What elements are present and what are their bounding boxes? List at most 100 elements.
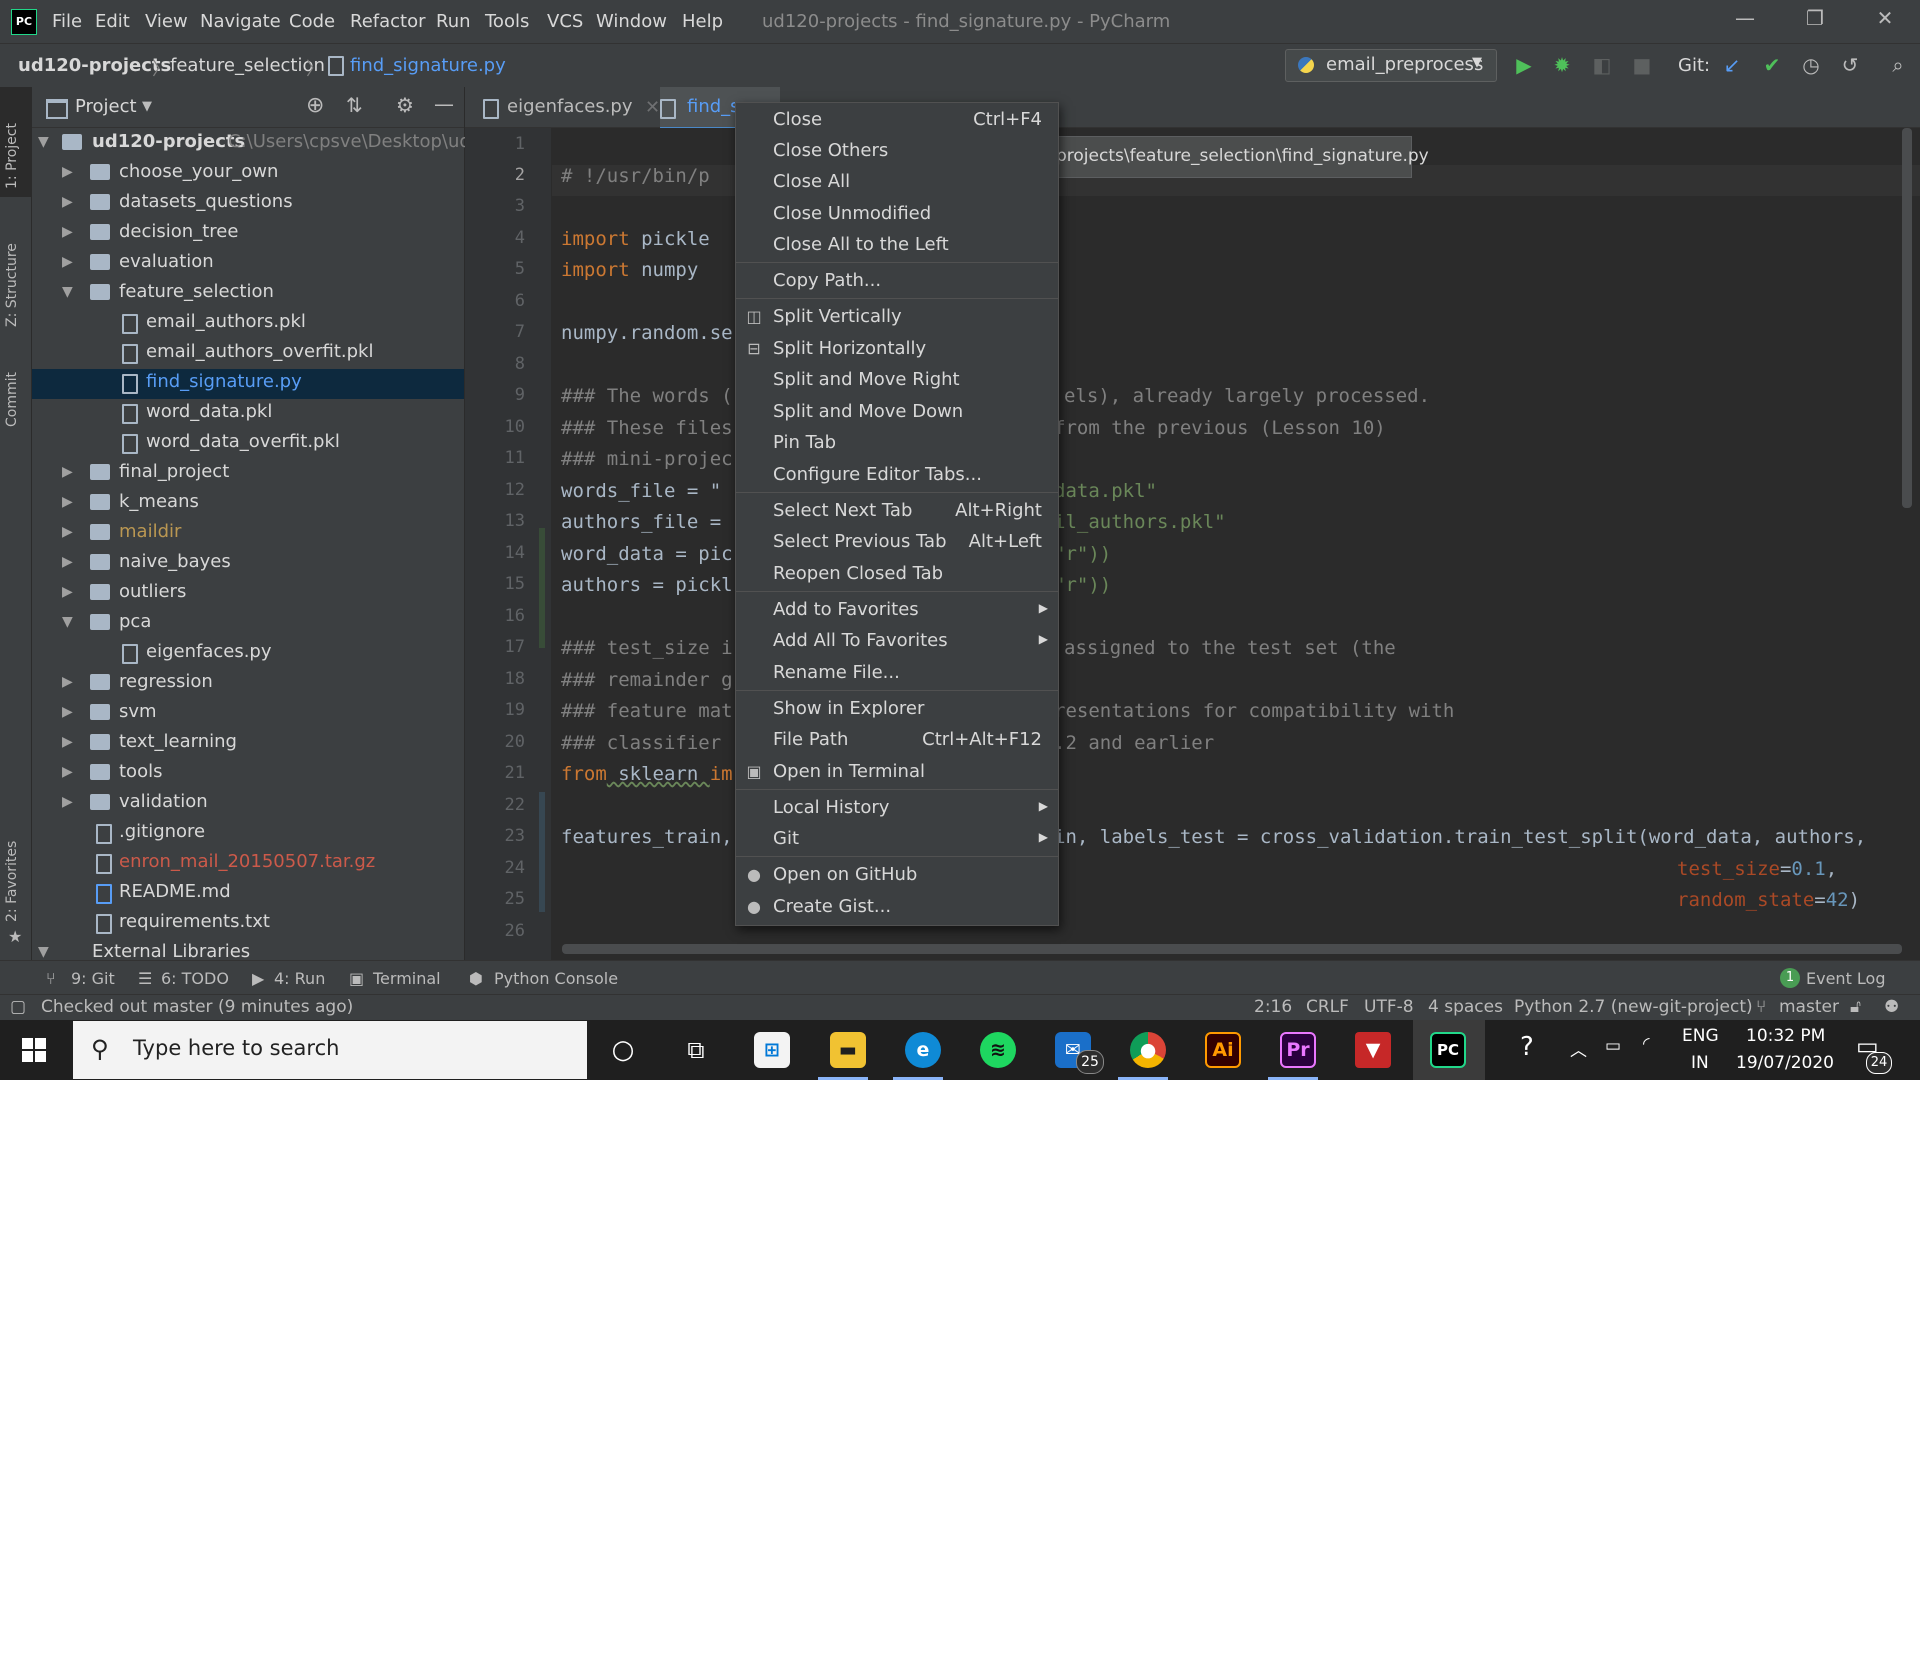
menu-item-create-gist[interactable]: ● Create Gist... [736, 892, 1058, 922]
tree-item[interactable]: requirements.txt [32, 909, 464, 939]
menu-item-split-horizontally[interactable]: ⊟ Split Horizontally [736, 334, 1058, 364]
coverage-icon[interactable]: ◧ [1590, 53, 1614, 77]
hide-panel-icon[interactable]: — [434, 92, 454, 116]
tree-item[interactable]: word_data_overfit.pkl [32, 429, 464, 459]
menu-item-rename-file[interactable]: Rename File... [736, 658, 1058, 688]
menu-tools[interactable]: Tools [485, 11, 529, 32]
tree-item-selected[interactable]: find_signature.py [32, 369, 464, 399]
menu-item-file-path[interactable]: File Path Ctrl+Alt+F12 [736, 725, 1058, 755]
tool-git[interactable]: 9: Git [71, 969, 115, 988]
tree-item[interactable]: ▶ svm [32, 699, 464, 729]
spotify-icon[interactable]: ≋ [980, 1032, 1016, 1068]
menu-item-local-history[interactable]: Local History ▶ [736, 793, 1058, 823]
menu-item-close[interactable]: Close Ctrl+F4 [736, 105, 1058, 135]
python-interpreter[interactable]: Python 2.7 (new-git-project) [1514, 997, 1753, 1017]
menu-run[interactable]: Run [436, 11, 471, 32]
run-icon[interactable]: ▶ [1512, 53, 1536, 77]
tree-item[interactable]: ▶ naive_bayes [32, 549, 464, 579]
git-branch[interactable]: master [1779, 997, 1839, 1017]
menu-item-select-next-tab[interactable]: Select Next Tab Alt+Right [736, 496, 1058, 526]
git-update-icon[interactable]: ↙ [1720, 53, 1744, 77]
tool-run[interactable]: 4: Run [274, 969, 325, 988]
tool-event-log[interactable]: Event Log [1806, 969, 1886, 988]
language-code[interactable]: ENG [1682, 1026, 1719, 1046]
tool-python-console[interactable]: Python Console [494, 969, 618, 988]
chevron-up-icon[interactable]: ︿ [1570, 1036, 1587, 1061]
menu-window[interactable]: Window [596, 11, 667, 32]
search-icon[interactable]: ⌕ [1886, 53, 1910, 77]
wifi-icon[interactable]: ◜ [1643, 1034, 1650, 1054]
menu-item-open-in-terminal[interactable]: ▣ Open in Terminal [736, 757, 1058, 787]
minimize-icon[interactable]: — [1725, 6, 1765, 36]
chrome-icon[interactable]: ● [1130, 1032, 1166, 1068]
menu-item-split-move-right[interactable]: Split and Move Right [736, 365, 1058, 395]
tree-item[interactable]: ▼ pca [32, 609, 464, 639]
rollback-icon[interactable]: ↺ [1838, 53, 1862, 77]
menu-item-git[interactable]: Git ▶ [736, 824, 1058, 854]
menu-edit[interactable]: Edit [95, 11, 130, 32]
close-window-icon[interactable]: ✕ [1865, 6, 1905, 36]
clock-time[interactable]: 10:32 PM [1746, 1026, 1825, 1046]
menu-item-show-in-explorer[interactable]: Show in Explorer [736, 694, 1058, 724]
menu-item-close-all-left[interactable]: Close All to the Left [736, 230, 1058, 260]
breadcrumb-project[interactable]: ud120-projects [18, 55, 171, 76]
tree-item[interactable]: README.md [32, 879, 464, 909]
project-tool-button[interactable]: 1: Project [4, 99, 28, 189]
menu-item-select-previous-tab[interactable]: Select Previous Tab Alt+Left [736, 527, 1058, 557]
tree-item[interactable]: ▶ maildir [32, 519, 464, 549]
menu-item-copy-path[interactable]: Copy Path... [736, 266, 1058, 296]
task-view-icon[interactable]: ⧉ [678, 1032, 714, 1068]
favorites-tool-button[interactable]: 2: Favorites [4, 827, 28, 922]
project-view-title[interactable]: Project [75, 96, 137, 117]
restore-icon[interactable]: ❐ [1795, 6, 1835, 36]
locate-icon[interactable]: ⊕ [306, 93, 324, 118]
tree-item[interactable]: ▶ validation [32, 789, 464, 819]
run-configuration-select[interactable]: email_preprocess ▼ [1285, 49, 1497, 82]
menu-code[interactable]: Code [289, 11, 335, 32]
windows-start-icon[interactable] [22, 1038, 46, 1062]
tree-item[interactable]: email_authors_overfit.pkl [32, 339, 464, 369]
tree-item[interactable]: ▶ evaluation [32, 249, 464, 279]
line-separator[interactable]: CRLF [1306, 997, 1349, 1017]
menu-item-reopen-closed-tab[interactable]: Reopen Closed Tab [736, 559, 1058, 589]
lock-icon[interactable]: 🔓︎ [1850, 997, 1861, 1017]
tool-terminal[interactable]: Terminal [373, 969, 441, 988]
tree-item[interactable]: ▶ final_project [32, 459, 464, 489]
tree-item[interactable]: ▶ outliers [32, 579, 464, 609]
chevron-down-icon[interactable]: ▼ [142, 99, 152, 114]
file-encoding[interactable]: UTF-8 [1364, 997, 1414, 1017]
debug-icon[interactable]: ✹ [1550, 53, 1574, 77]
store-icon[interactable]: ⊞ [754, 1032, 790, 1068]
breadcrumb-folder[interactable]: feature_selection [170, 55, 325, 76]
history-icon[interactable]: ◷ [1799, 53, 1823, 77]
tree-item[interactable]: ▼ feature_selection [32, 279, 464, 309]
premiere-icon[interactable]: Pr [1280, 1032, 1316, 1068]
popcorn-icon[interactable]: ▼ [1355, 1032, 1391, 1068]
tree-item[interactable]: ▶ choose_your_own [32, 159, 464, 189]
clock-date[interactable]: 19/07/2020 [1736, 1053, 1834, 1073]
tree-item[interactable]: ▶ datasets_questions [32, 189, 464, 219]
tree-item[interactable]: ▶ regression [32, 669, 464, 699]
tree-item[interactable]: ▶ text_learning [32, 729, 464, 759]
menu-item-configure-tabs[interactable]: Configure Editor Tabs... [736, 460, 1058, 490]
tree-item[interactable]: ▶ tools [32, 759, 464, 789]
cortana-icon[interactable]: ○ [605, 1032, 641, 1068]
menu-help[interactable]: Help [682, 11, 723, 32]
tree-item[interactable]: enron_mail_20150507.tar.gz [32, 849, 464, 879]
editor-scrollbar[interactable] [1902, 128, 1912, 508]
taskbar-search-box[interactable]: ⚲ Type here to search [73, 1021, 587, 1079]
menu-item-close-others[interactable]: Close Others [736, 136, 1058, 166]
battery-icon[interactable]: ▭ [1605, 1036, 1621, 1056]
editor-horizontal-scrollbar[interactable] [562, 944, 1902, 954]
tree-item[interactable]: word_data.pkl [32, 399, 464, 429]
caret-position[interactable]: 2:16 [1254, 997, 1292, 1017]
tree-item[interactable]: email_authors.pkl [32, 309, 464, 339]
tree-item[interactable]: ▶ k_means [32, 489, 464, 519]
edge-icon[interactable]: e [905, 1032, 941, 1068]
menu-refactor[interactable]: Refactor [350, 11, 426, 32]
structure-tool-button[interactable]: Z: Structure [4, 217, 28, 327]
inspector-icon[interactable]: ⚉ [1884, 997, 1899, 1017]
illustrator-icon[interactable]: Ai [1205, 1032, 1241, 1068]
git-commit-icon[interactable]: ✔ [1760, 53, 1784, 77]
menu-item-pin-tab[interactable]: Pin Tab [736, 428, 1058, 458]
